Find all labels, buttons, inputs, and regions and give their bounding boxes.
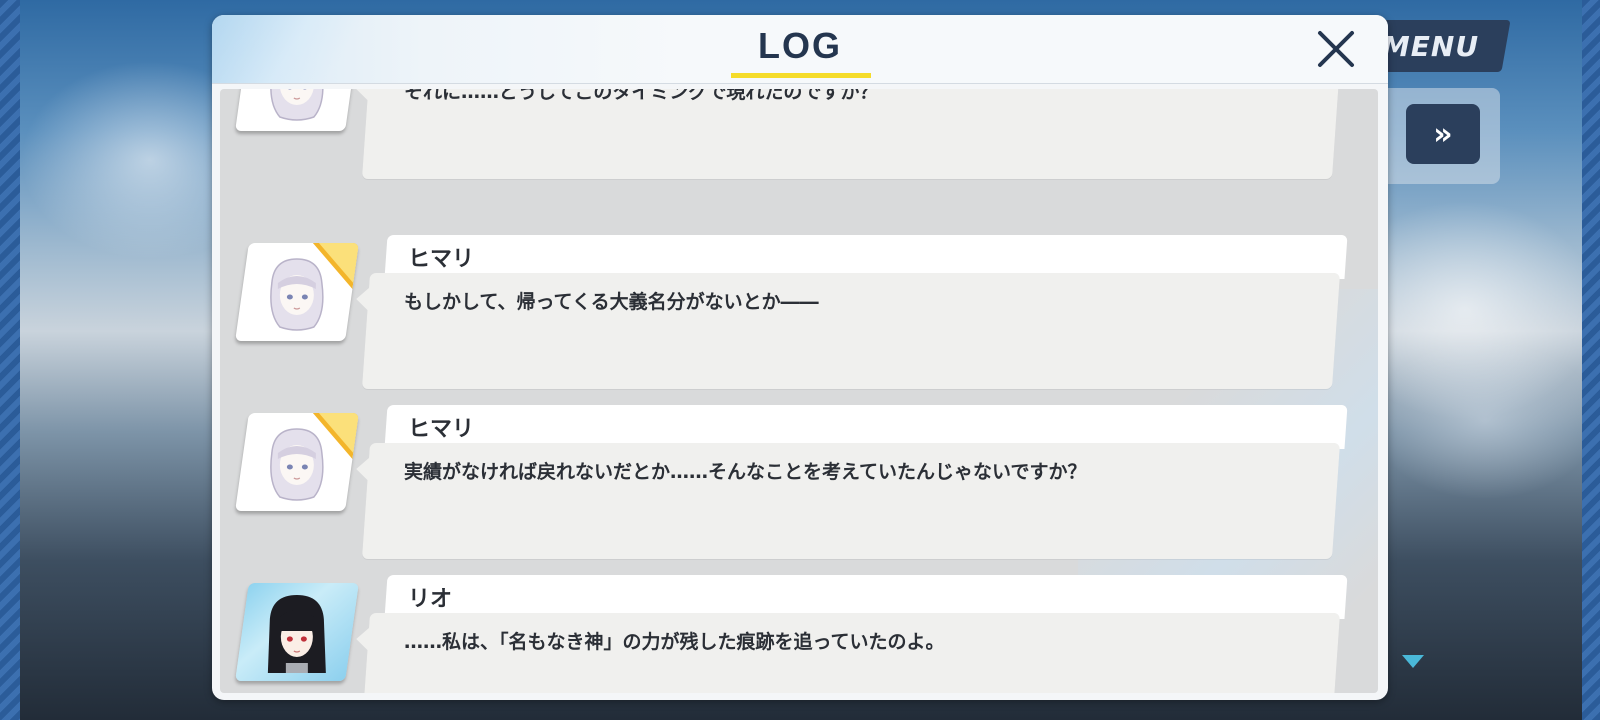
avatar <box>235 243 359 341</box>
log-scroll-area[interactable]: それに……どうしてこのタイミングで現れたのですか？ ヒマリ もしかして、帰ってく… <box>220 89 1378 693</box>
speaker-name: ヒマリ <box>408 417 475 442</box>
fast-forward-icon: » <box>1433 116 1453 152</box>
rio-portrait-icon <box>267 595 326 673</box>
close-button[interactable] <box>1314 27 1358 71</box>
himari-portrait-icon <box>270 89 324 121</box>
dialogue-text: ……私は、「名もなき神」の力が残した痕跡を追っていたのよ。 <box>404 631 945 653</box>
dialogue-text: 実績がなければ戻れないだとか……そんなことを考えていたんじゃないですか？ <box>404 461 1087 483</box>
fast-forward-button[interactable]: » <box>1406 104 1480 164</box>
log-entry: ヒマリ もしかして、帰ってくる大義名分がないとか―― <box>220 235 1378 401</box>
himari-portrait-icon <box>270 428 324 501</box>
left-border-stripe <box>0 0 20 720</box>
cloud-decoration <box>1370 340 1600 500</box>
log-header: LOG <box>212 15 1388 84</box>
dialogue-text: それに……どうしてこのタイミングで現れたのですか？ <box>404 89 879 103</box>
log-dialog: LOG それに……どうしてこのタイミングで現れたのですか？ ヒマリ もしかして、… <box>212 15 1388 700</box>
log-entry: ヒマリ 実績がなければ戻れないだとか……そんなことを考えていたんじゃないですか？ <box>220 405 1378 571</box>
speaker-name: ヒマリ <box>408 247 475 272</box>
dialog-title: LOG <box>758 25 842 66</box>
himari-portrait-icon <box>270 258 324 331</box>
next-indicator-icon <box>1402 655 1424 668</box>
avatar <box>235 89 359 131</box>
log-entry: それに……どうしてこのタイミングで現れたのですか？ <box>220 89 1378 191</box>
right-border-stripe <box>1582 0 1600 720</box>
title-underline <box>731 73 871 78</box>
avatar <box>235 413 359 511</box>
close-icon <box>1318 31 1354 67</box>
log-entry: リオ ……私は、「名もなき神」の力が残した痕跡を追っていたのよ。 <box>220 575 1378 693</box>
dialogue-text: もしかして、帰ってくる大義名分がないとか―― <box>404 291 819 313</box>
avatar <box>235 583 359 681</box>
speaker-name: リオ <box>408 587 453 612</box>
menu-button-label: MENU <box>1382 29 1480 63</box>
